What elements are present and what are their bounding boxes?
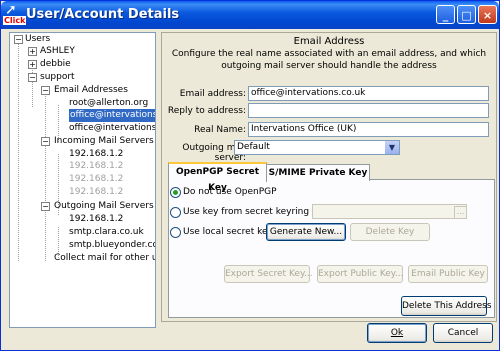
tree-user-support[interactable]: support <box>40 71 75 84</box>
close-button[interactable]: × <box>478 5 497 24</box>
tree-incoming-servers[interactable]: Incoming Mail Servers <box>54 135 154 148</box>
radio-no-openpgp-label[interactable]: Do not use OpenPGP <box>183 187 277 197</box>
browse-keyring-button[interactable]: ... <box>454 206 467 219</box>
tree-incoming-item[interactable]: 192.168.1.2 <box>69 173 123 186</box>
title-bar[interactable]: ➚ Click User/Account Details _ □ × <box>1 1 499 29</box>
tree-incoming-item[interactable]: 192.168.1.2 <box>69 186 123 199</box>
maximize-button[interactable]: □ <box>457 5 476 24</box>
minimize-button[interactable]: _ <box>436 5 455 24</box>
panel-title: Email Address <box>293 36 365 47</box>
keyring-file-input[interactable] <box>312 204 467 219</box>
panel-description: Configure the real name associated with … <box>171 49 487 71</box>
tree-email-item-selected[interactable]: office@intervations <box>69 109 155 122</box>
tree-email-addresses[interactable]: Email Addresses <box>54 84 128 97</box>
delete-key-button[interactable]: Delete Key <box>350 223 430 241</box>
real-name-input[interactable]: Intervations Office (UK) <box>248 122 489 137</box>
email-address-input[interactable]: office@intervations.co.uk <box>248 86 489 101</box>
cancel-button[interactable]: Cancel <box>433 323 493 343</box>
tree-collect-mail[interactable]: Collect mail for other use <box>54 252 155 265</box>
export-public-key-button[interactable]: Export Public Key... <box>317 265 403 283</box>
collapse-email-addresses-icon[interactable]: − <box>41 86 50 95</box>
outgoing-server-select[interactable]: Default ▼ <box>234 140 400 155</box>
tab-smime-private-key[interactable]: S/MIME Private Key <box>266 164 370 181</box>
user-account-details-window: ➚ Click User/Account Details _ □ × − Use… <box>0 0 500 351</box>
ok-button[interactable]: Ok <box>367 323 427 343</box>
email-address-panel: Email Address Configure the real name as… <box>161 32 497 322</box>
radio-no-openpgp[interactable] <box>170 187 181 198</box>
expand-debbie-icon[interactable]: + <box>28 60 37 69</box>
tab-openpgp-secret-key[interactable]: OpenPGP Secret Key <box>168 162 267 193</box>
click-label: Click <box>3 16 27 25</box>
window-title: User/Account Details <box>26 7 180 22</box>
tree-incoming-item[interactable]: 192.168.1.2 <box>69 160 123 173</box>
collapse-users-icon[interactable]: − <box>14 35 23 44</box>
cursor-arrow-icon: ➚ <box>5 2 17 18</box>
collapse-support-icon[interactable]: − <box>28 73 37 82</box>
tree-outgoing-item[interactable]: 192.168.1.2 <box>69 213 123 226</box>
email-address-label: Email address: <box>179 89 246 99</box>
reply-to-input[interactable] <box>248 103 489 118</box>
radio-keyring-file[interactable] <box>170 207 181 218</box>
tree-email-item[interactable]: office@intervations <box>69 122 155 135</box>
ok-button-label: Ok <box>390 328 404 338</box>
radio-keyring-file-label[interactable]: Use key from secret keyring file: <box>183 207 329 217</box>
tree-outgoing-item[interactable]: smtp.blueyonder.co <box>69 239 155 252</box>
radio-local-key[interactable] <box>170 227 181 238</box>
export-secret-key-button[interactable]: Export Secret Key... <box>224 265 313 283</box>
tree-connector <box>45 92 46 261</box>
email-public-key-button[interactable]: Email Public Key <box>408 265 488 283</box>
outgoing-server-value: Default <box>237 142 270 152</box>
app-icon[interactable]: ➚ Click <box>3 2 27 25</box>
collapse-outgoing-servers-icon[interactable]: − <box>41 202 50 211</box>
real-name-label: Real Name: <box>194 125 246 135</box>
delete-address-button[interactable]: Delete This Address <box>401 296 492 316</box>
tree-user-ashley[interactable]: ASHLEY <box>40 45 75 58</box>
tree-outgoing-item[interactable]: smtp.clara.co.uk <box>69 226 144 239</box>
collapse-incoming-servers-icon[interactable]: − <box>41 137 50 146</box>
reply-to-label: Reply to address: <box>167 106 246 116</box>
users-tree[interactable]: − Users + ASHLEY + debbie − support − Em… <box>9 32 156 328</box>
tree-connector <box>18 44 19 261</box>
tree-outgoing-servers[interactable]: Outgoing Mail Servers (S <box>54 200 155 213</box>
cancel-button-label: Cancel <box>447 328 479 338</box>
dropdown-arrow-icon[interactable]: ▼ <box>385 141 399 154</box>
tree-user-debbie[interactable]: debbie <box>40 58 71 71</box>
radio-local-key-label[interactable]: Use local secret key: <box>183 227 275 237</box>
generate-new-button[interactable]: Generate New... <box>266 223 346 241</box>
expand-ashley-icon[interactable]: + <box>28 47 37 56</box>
